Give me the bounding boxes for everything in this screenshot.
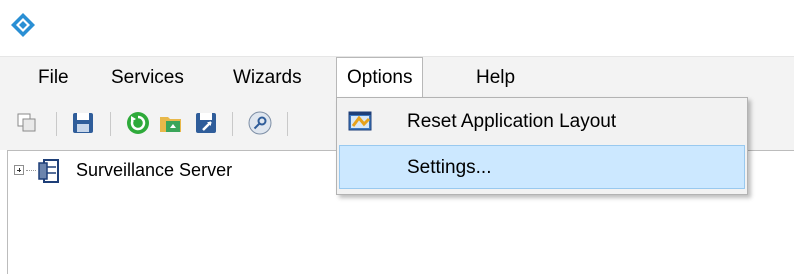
menu-item-settings[interactable]: Settings... <box>339 145 745 189</box>
save-icon[interactable] <box>70 110 96 136</box>
menu-options[interactable]: Options <box>336 57 424 99</box>
toolbar-separator <box>232 112 233 136</box>
server-icon <box>38 159 59 183</box>
menu-services[interactable]: Services <box>111 57 184 99</box>
toolbar-separator <box>56 112 57 136</box>
title-bar <box>0 0 794 56</box>
tree-item-label: Surveillance Server <box>76 160 233 180</box>
open-folder-icon[interactable] <box>158 110 184 136</box>
toolbar-separator <box>287 112 288 136</box>
copy-icon[interactable] <box>14 110 40 136</box>
refresh-icon[interactable] <box>125 110 151 136</box>
toolbar-separator <box>110 112 111 136</box>
menu-help[interactable]: Help <box>476 57 515 99</box>
menu-wizards[interactable]: Wizards <box>233 57 302 99</box>
app-diamond-icon[interactable] <box>9 11 37 39</box>
expand-plus-icon[interactable] <box>14 165 24 175</box>
menu-item-label: Settings... <box>407 157 492 178</box>
options-dropdown-menu: Reset Application Layout Settings... <box>336 97 748 195</box>
menu-item-reset-application-layout[interactable]: Reset Application Layout <box>339 100 745 144</box>
reset-layout-icon <box>348 111 372 131</box>
menu-file[interactable]: File <box>38 57 69 99</box>
menu-bar: File Services Wizards Options Help <box>0 56 794 99</box>
menu-item-label: Reset Application Layout <box>407 111 617 132</box>
tree-connector <box>26 170 36 171</box>
key-icon[interactable] <box>247 110 273 136</box>
save-as-icon[interactable] <box>193 110 219 136</box>
